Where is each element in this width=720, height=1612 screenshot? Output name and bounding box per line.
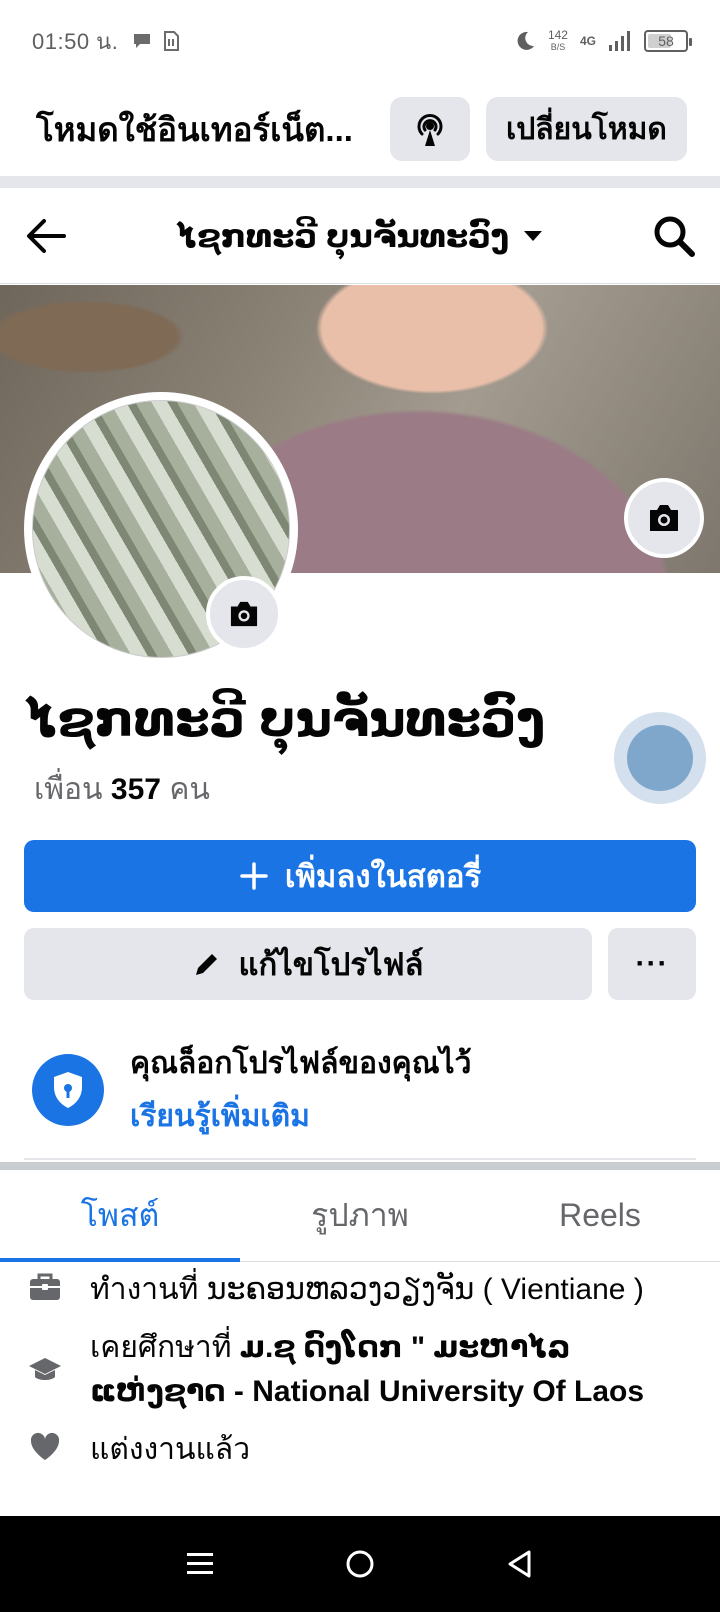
intro-work: ทำงานที่ ນະຄອນຫລວງວຽງຈັນ ( Vientiane ) bbox=[0, 1268, 720, 1312]
edit-profile-picture-button[interactable] bbox=[206, 576, 282, 652]
camera-icon bbox=[230, 601, 258, 627]
signal-icon bbox=[609, 31, 630, 51]
add-to-story-button[interactable]: เพิ่มลงในสตอรี่ bbox=[24, 840, 696, 912]
mode-title: โหมดใช้อินเทอร์เน็ต... bbox=[36, 110, 353, 148]
intro-education: เคยศึกษาที่ ມ.ຊ ດົງໂດກ " ມະຫາໄລແຫ່ງຊາດ -… bbox=[0, 1326, 720, 1414]
search-icon[interactable] bbox=[652, 214, 696, 258]
recent-apps-icon[interactable] bbox=[185, 1549, 215, 1579]
section-divider bbox=[0, 1162, 720, 1170]
graduation-cap-icon bbox=[29, 1358, 61, 1380]
network-speed: 142 B/S bbox=[547, 28, 568, 52]
learn-more-link[interactable]: เรียนรู้เพิ่มเติม bbox=[130, 1093, 471, 1140]
back-arrow-icon[interactable] bbox=[24, 216, 68, 256]
divider bbox=[24, 1158, 696, 1160]
more-options-button[interactable]: ··· bbox=[608, 928, 696, 1000]
system-navigation-bar bbox=[0, 1516, 720, 1612]
sim-card-icon bbox=[164, 31, 180, 51]
tab-posts[interactable]: โพสต์ bbox=[0, 1170, 240, 1262]
intro-details: ทำงานที่ ນະຄອນຫລວງວຽງຈັນ ( Vientiane ) เ… bbox=[0, 1268, 720, 1486]
switch-mode-button[interactable]: เปลี่ยนโหมด bbox=[486, 97, 687, 161]
pencil-icon bbox=[196, 954, 218, 975]
heart-icon bbox=[30, 1432, 60, 1460]
network-type: 4G bbox=[579, 34, 596, 48]
section-separator bbox=[0, 176, 720, 188]
broadcast-icon bbox=[417, 114, 443, 146]
podcast-mode-button[interactable] bbox=[390, 97, 470, 161]
home-icon[interactable] bbox=[345, 1549, 375, 1579]
floating-bubble[interactable] bbox=[614, 712, 706, 804]
profile-tabs: โพสต์ รูปภาพ Reels bbox=[0, 1170, 720, 1262]
status-bar: 01:50 น. 142 B/S 4G 58 bbox=[0, 0, 720, 82]
friends-number: 357 bbox=[110, 773, 161, 806]
camera-icon bbox=[650, 505, 678, 531]
lock-message: คุณล็อกโปรไฟล์ของคุณไว้ bbox=[130, 1047, 472, 1080]
profile-lock-notice: คุณล็อกโปรไฟล์ของคุณไว้ เรียนรู้เพิ่มเติ… bbox=[32, 1040, 471, 1140]
nav-profile-name: ໄຊກທະວີ ບຸນຈັນທະວົງ bbox=[176, 217, 510, 254]
moon-icon bbox=[517, 31, 534, 50]
friends-count[interactable]: เพื่อน 357 คน bbox=[34, 766, 210, 813]
intro-relationship: แต่งงานแล้ว bbox=[0, 1428, 720, 1472]
shield-lock-icon bbox=[32, 1054, 104, 1126]
profile-switcher[interactable]: ໄຊກທະວີ ບຸນຈັນທະວົງ bbox=[68, 217, 652, 255]
tab-photos[interactable]: รูปภาพ bbox=[240, 1170, 480, 1261]
status-time: 01:50 น. bbox=[32, 28, 119, 54]
tab-reels[interactable]: Reels bbox=[480, 1170, 720, 1261]
plus-icon bbox=[240, 862, 268, 890]
briefcase-icon bbox=[30, 1273, 60, 1300]
data-mode-bar: โหมดใช้อินเทอร์เน็ต... เปลี่ยนโหมด bbox=[0, 82, 720, 176]
profile-nav-bar: ໄຊກທະວີ ບຸນຈັນທະວົງ bbox=[0, 188, 720, 284]
back-icon[interactable] bbox=[505, 1549, 535, 1579]
battery-indicator: 58 bbox=[644, 30, 692, 52]
edit-cover-photo-button[interactable] bbox=[624, 478, 704, 558]
chat-bubble-icon bbox=[134, 34, 151, 48]
edit-profile-button[interactable]: แก้ไขโปรไฟล์ bbox=[24, 928, 592, 1000]
caret-down-icon bbox=[524, 230, 543, 241]
profile-name: ໄຊກທະວີ ບຸນຈັນທະວົງ bbox=[26, 691, 546, 747]
